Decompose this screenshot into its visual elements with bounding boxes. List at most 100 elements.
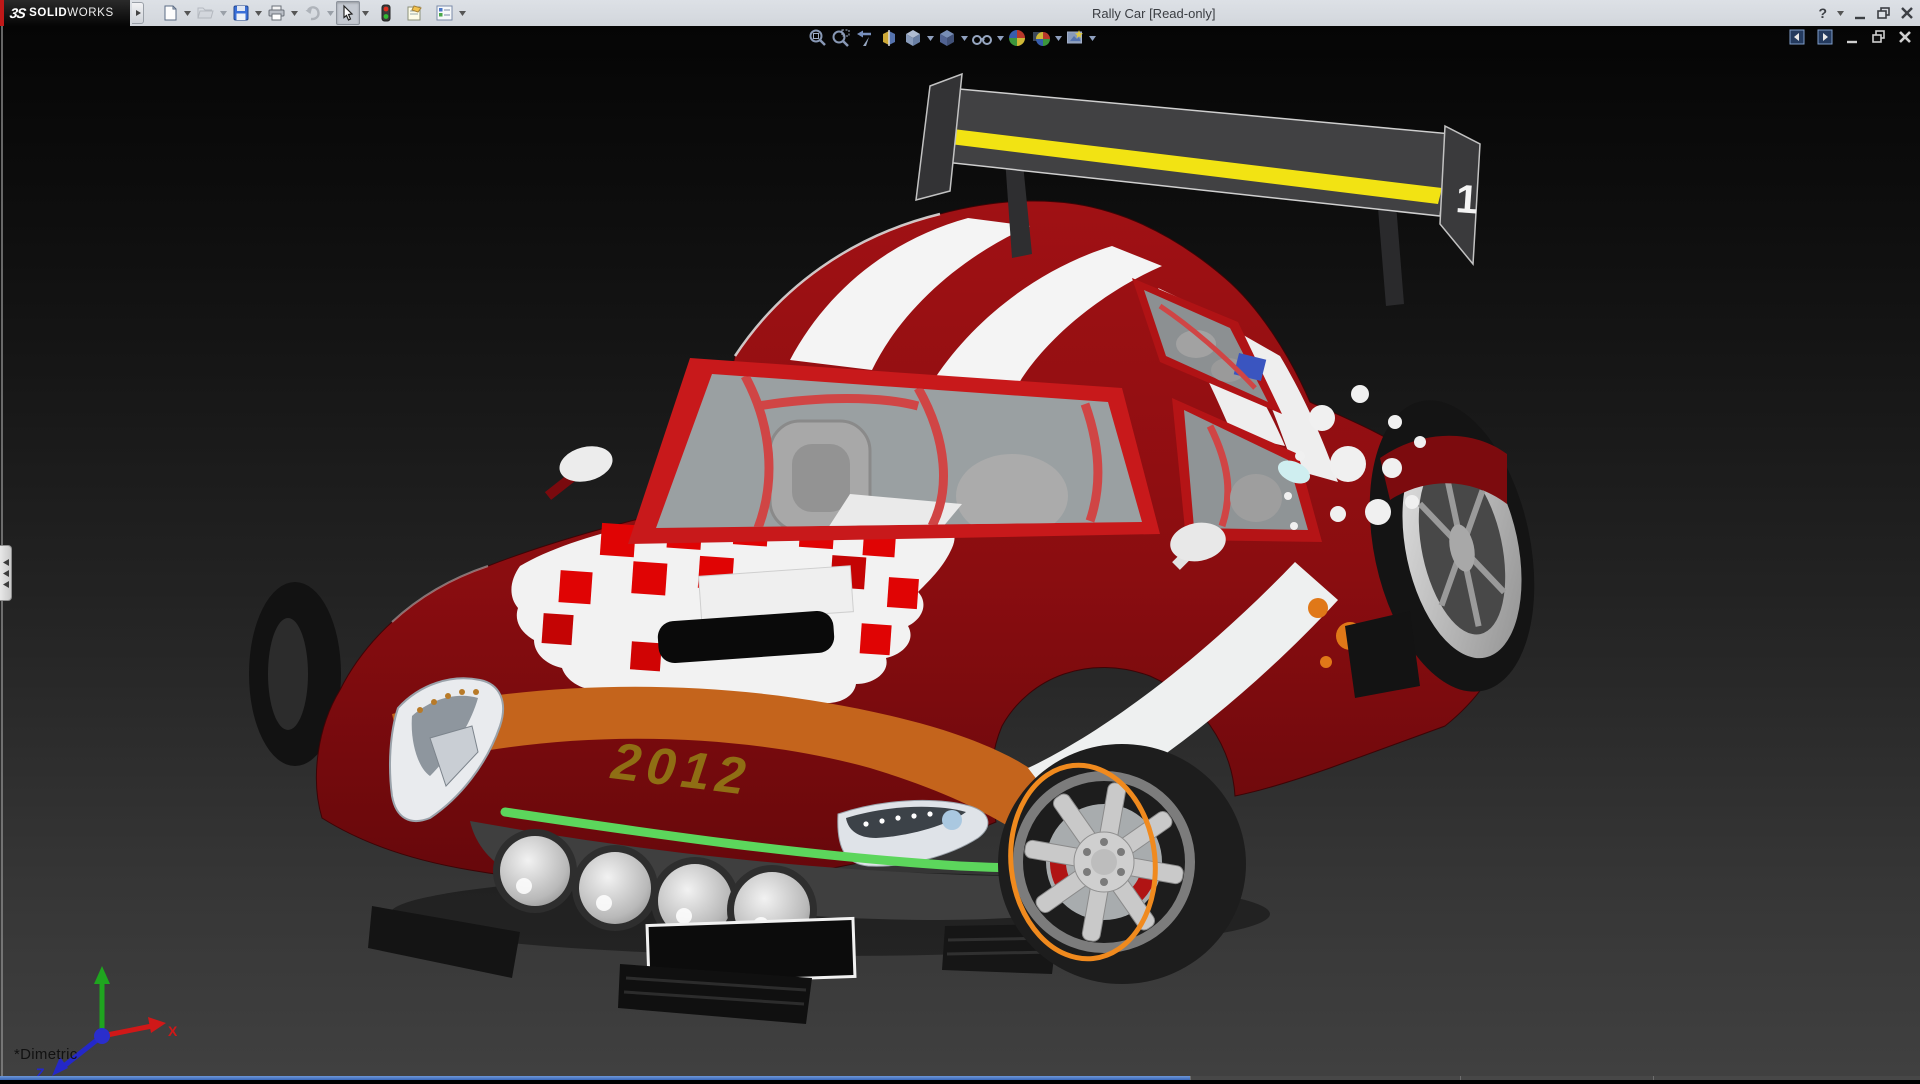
status-bar-highlight bbox=[0, 1076, 1190, 1080]
printer-icon bbox=[267, 4, 286, 22]
toolbar-overflow-arrow[interactable] bbox=[132, 2, 144, 24]
undo-button[interactable] bbox=[300, 1, 325, 25]
close-document-button[interactable] bbox=[1898, 30, 1912, 44]
chevron-down-icon bbox=[327, 11, 334, 16]
previous-view-icon bbox=[855, 28, 875, 48]
save-button[interactable] bbox=[229, 1, 253, 25]
section-view-icon bbox=[879, 28, 899, 48]
open-folder-icon bbox=[196, 4, 215, 22]
logo-red-strip bbox=[0, 0, 4, 26]
solidworks-logo: 3S SOLIDWORKS bbox=[0, 0, 130, 26]
chevron-down-icon bbox=[291, 11, 298, 16]
apply-scene-dropdown[interactable] bbox=[1054, 36, 1062, 41]
save-dropdown[interactable] bbox=[254, 2, 263, 24]
windshield bbox=[628, 358, 1160, 544]
hide-show-items-button[interactable] bbox=[970, 27, 994, 49]
section-view-button[interactable] bbox=[878, 27, 900, 49]
apply-scene-button[interactable] bbox=[1030, 27, 1052, 49]
print-button[interactable] bbox=[264, 1, 289, 25]
eyeglasses-icon bbox=[971, 28, 993, 48]
left-arrow-icon bbox=[3, 581, 9, 588]
chevron-down-icon bbox=[997, 36, 1004, 41]
left-arrow-icon bbox=[3, 559, 9, 566]
chevron-down-icon bbox=[1089, 36, 1096, 41]
chevron-down-icon bbox=[220, 11, 227, 16]
help-button[interactable]: ? bbox=[1818, 5, 1827, 21]
y-axis-arrow bbox=[94, 966, 110, 984]
chevron-down-icon bbox=[1055, 36, 1062, 41]
file-properties-icon bbox=[405, 4, 424, 22]
left-mirror bbox=[548, 441, 616, 496]
new-document-dropdown[interactable] bbox=[183, 2, 192, 24]
chevron-down-icon bbox=[459, 11, 466, 16]
display-style-icon bbox=[937, 28, 957, 48]
options-button[interactable] bbox=[432, 1, 457, 25]
rebuild-button[interactable] bbox=[377, 1, 395, 25]
restore-document-button[interactable] bbox=[1871, 30, 1886, 44]
apply-scene-icon bbox=[1031, 28, 1051, 48]
view-orientation-button[interactable] bbox=[902, 27, 924, 49]
undo-arrow-icon bbox=[303, 4, 322, 22]
document-window-controls bbox=[1789, 29, 1912, 45]
title-bar: 3S SOLIDWORKS bbox=[0, 0, 1920, 27]
graphics-viewport[interactable]: 2012 bbox=[0, 26, 1920, 1076]
main-toolbar bbox=[158, 1, 467, 25]
brand-name: SOLIDWORKS bbox=[29, 7, 114, 19]
featuremanager-collapsed-tab[interactable] bbox=[0, 545, 12, 601]
file-properties-button[interactable] bbox=[402, 1, 427, 25]
view-orientation-label: *Dimetric bbox=[14, 1046, 78, 1063]
display-style-dropdown[interactable] bbox=[960, 36, 968, 41]
appearance-ball-icon bbox=[1007, 28, 1027, 48]
select-cursor-icon bbox=[339, 4, 357, 22]
zoom-to-area-button[interactable] bbox=[830, 27, 852, 49]
x-axis-arrow bbox=[148, 1017, 166, 1033]
collapse-pane-button[interactable] bbox=[1789, 29, 1805, 45]
orientation-triad[interactable]: X Z bbox=[14, 964, 184, 1084]
rear-fender-vent bbox=[1345, 611, 1420, 698]
restore-button[interactable] bbox=[1877, 7, 1891, 20]
left-arrow-icon bbox=[3, 570, 9, 577]
chevron-down-icon bbox=[961, 36, 968, 41]
options-dropdown[interactable] bbox=[458, 2, 467, 24]
minimize-document-button[interactable] bbox=[1845, 30, 1859, 44]
new-document-button[interactable] bbox=[158, 1, 182, 25]
chevron-down-icon bbox=[362, 11, 369, 16]
save-floppy-icon bbox=[232, 4, 250, 22]
window-controls: ? bbox=[1818, 0, 1914, 26]
open-button[interactable] bbox=[193, 1, 218, 25]
zoom-to-fit-button[interactable] bbox=[806, 27, 828, 49]
zoom-to-fit-icon bbox=[807, 28, 827, 48]
view-settings-dropdown[interactable] bbox=[1088, 36, 1096, 41]
right-arrow-icon bbox=[135, 9, 141, 17]
display-style-button[interactable] bbox=[936, 27, 958, 49]
help-dropdown[interactable] bbox=[1837, 11, 1844, 16]
chevron-down-icon bbox=[927, 36, 934, 41]
rally-car-model[interactable]: 2012 bbox=[0, 26, 1920, 1076]
race-number-decal: 1 bbox=[1454, 177, 1479, 222]
status-bar bbox=[0, 1076, 1920, 1080]
new-document-icon bbox=[161, 4, 179, 22]
triad-origin bbox=[94, 1028, 110, 1044]
zoom-to-area-icon bbox=[831, 28, 851, 48]
minimize-button[interactable] bbox=[1854, 7, 1867, 20]
edit-appearance-button[interactable] bbox=[1006, 27, 1028, 49]
previous-view-button[interactable] bbox=[854, 27, 876, 49]
select-dropdown[interactable] bbox=[361, 2, 370, 24]
view-settings-icon bbox=[1065, 28, 1085, 48]
headsup-view-toolbar bbox=[806, 27, 1096, 49]
x-axis-label: X bbox=[168, 1023, 178, 1039]
select-button[interactable] bbox=[336, 1, 360, 25]
close-button[interactable] bbox=[1901, 7, 1914, 20]
view-settings-button[interactable] bbox=[1064, 27, 1086, 49]
print-dropdown[interactable] bbox=[290, 2, 299, 24]
options-checklist-icon bbox=[435, 4, 454, 22]
view-orientation-icon bbox=[903, 28, 923, 48]
open-dropdown[interactable] bbox=[219, 2, 228, 24]
expand-pane-button[interactable] bbox=[1817, 29, 1833, 45]
undo-dropdown[interactable] bbox=[326, 2, 335, 24]
hide-show-items-dropdown[interactable] bbox=[996, 36, 1004, 41]
brand-mark: 3S bbox=[9, 5, 27, 21]
view-orientation-dropdown[interactable] bbox=[926, 36, 934, 41]
chevron-down-icon bbox=[184, 11, 191, 16]
window-title: Rally Car [Read-only] bbox=[1092, 6, 1216, 21]
